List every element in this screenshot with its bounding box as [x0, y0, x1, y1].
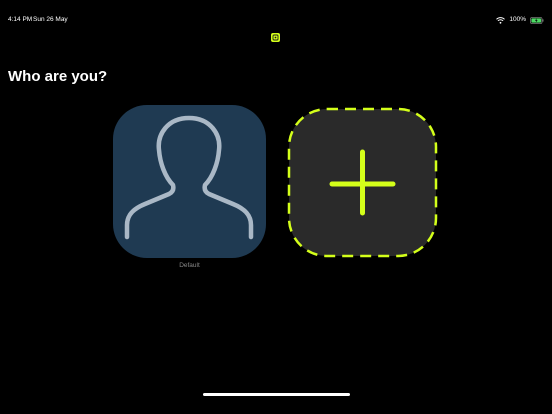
- profile-grid: Default: [0, 0, 552, 414]
- profile-tile-default[interactable]: [113, 105, 266, 258]
- profile-label-default: Default: [179, 262, 200, 269]
- home-indicator[interactable]: [203, 393, 350, 396]
- status-date: Sun 26 May: [33, 16, 68, 23]
- status-time: 4:14 PM: [8, 16, 33, 23]
- page-title: Who are you?: [8, 68, 108, 85]
- add-profile-button[interactable]: [287, 107, 438, 258]
- user-silhouette-icon: [113, 105, 266, 258]
- app-badge-icon: [271, 33, 280, 42]
- status-bar: 4:14 PM Sun 26 May 100%: [0, 0, 552, 25]
- battery-charging-icon: [530, 16, 544, 24]
- status-indicators: 100%: [496, 15, 544, 25]
- wifi-icon: [496, 16, 506, 24]
- battery-percent: 100%: [509, 16, 526, 23]
